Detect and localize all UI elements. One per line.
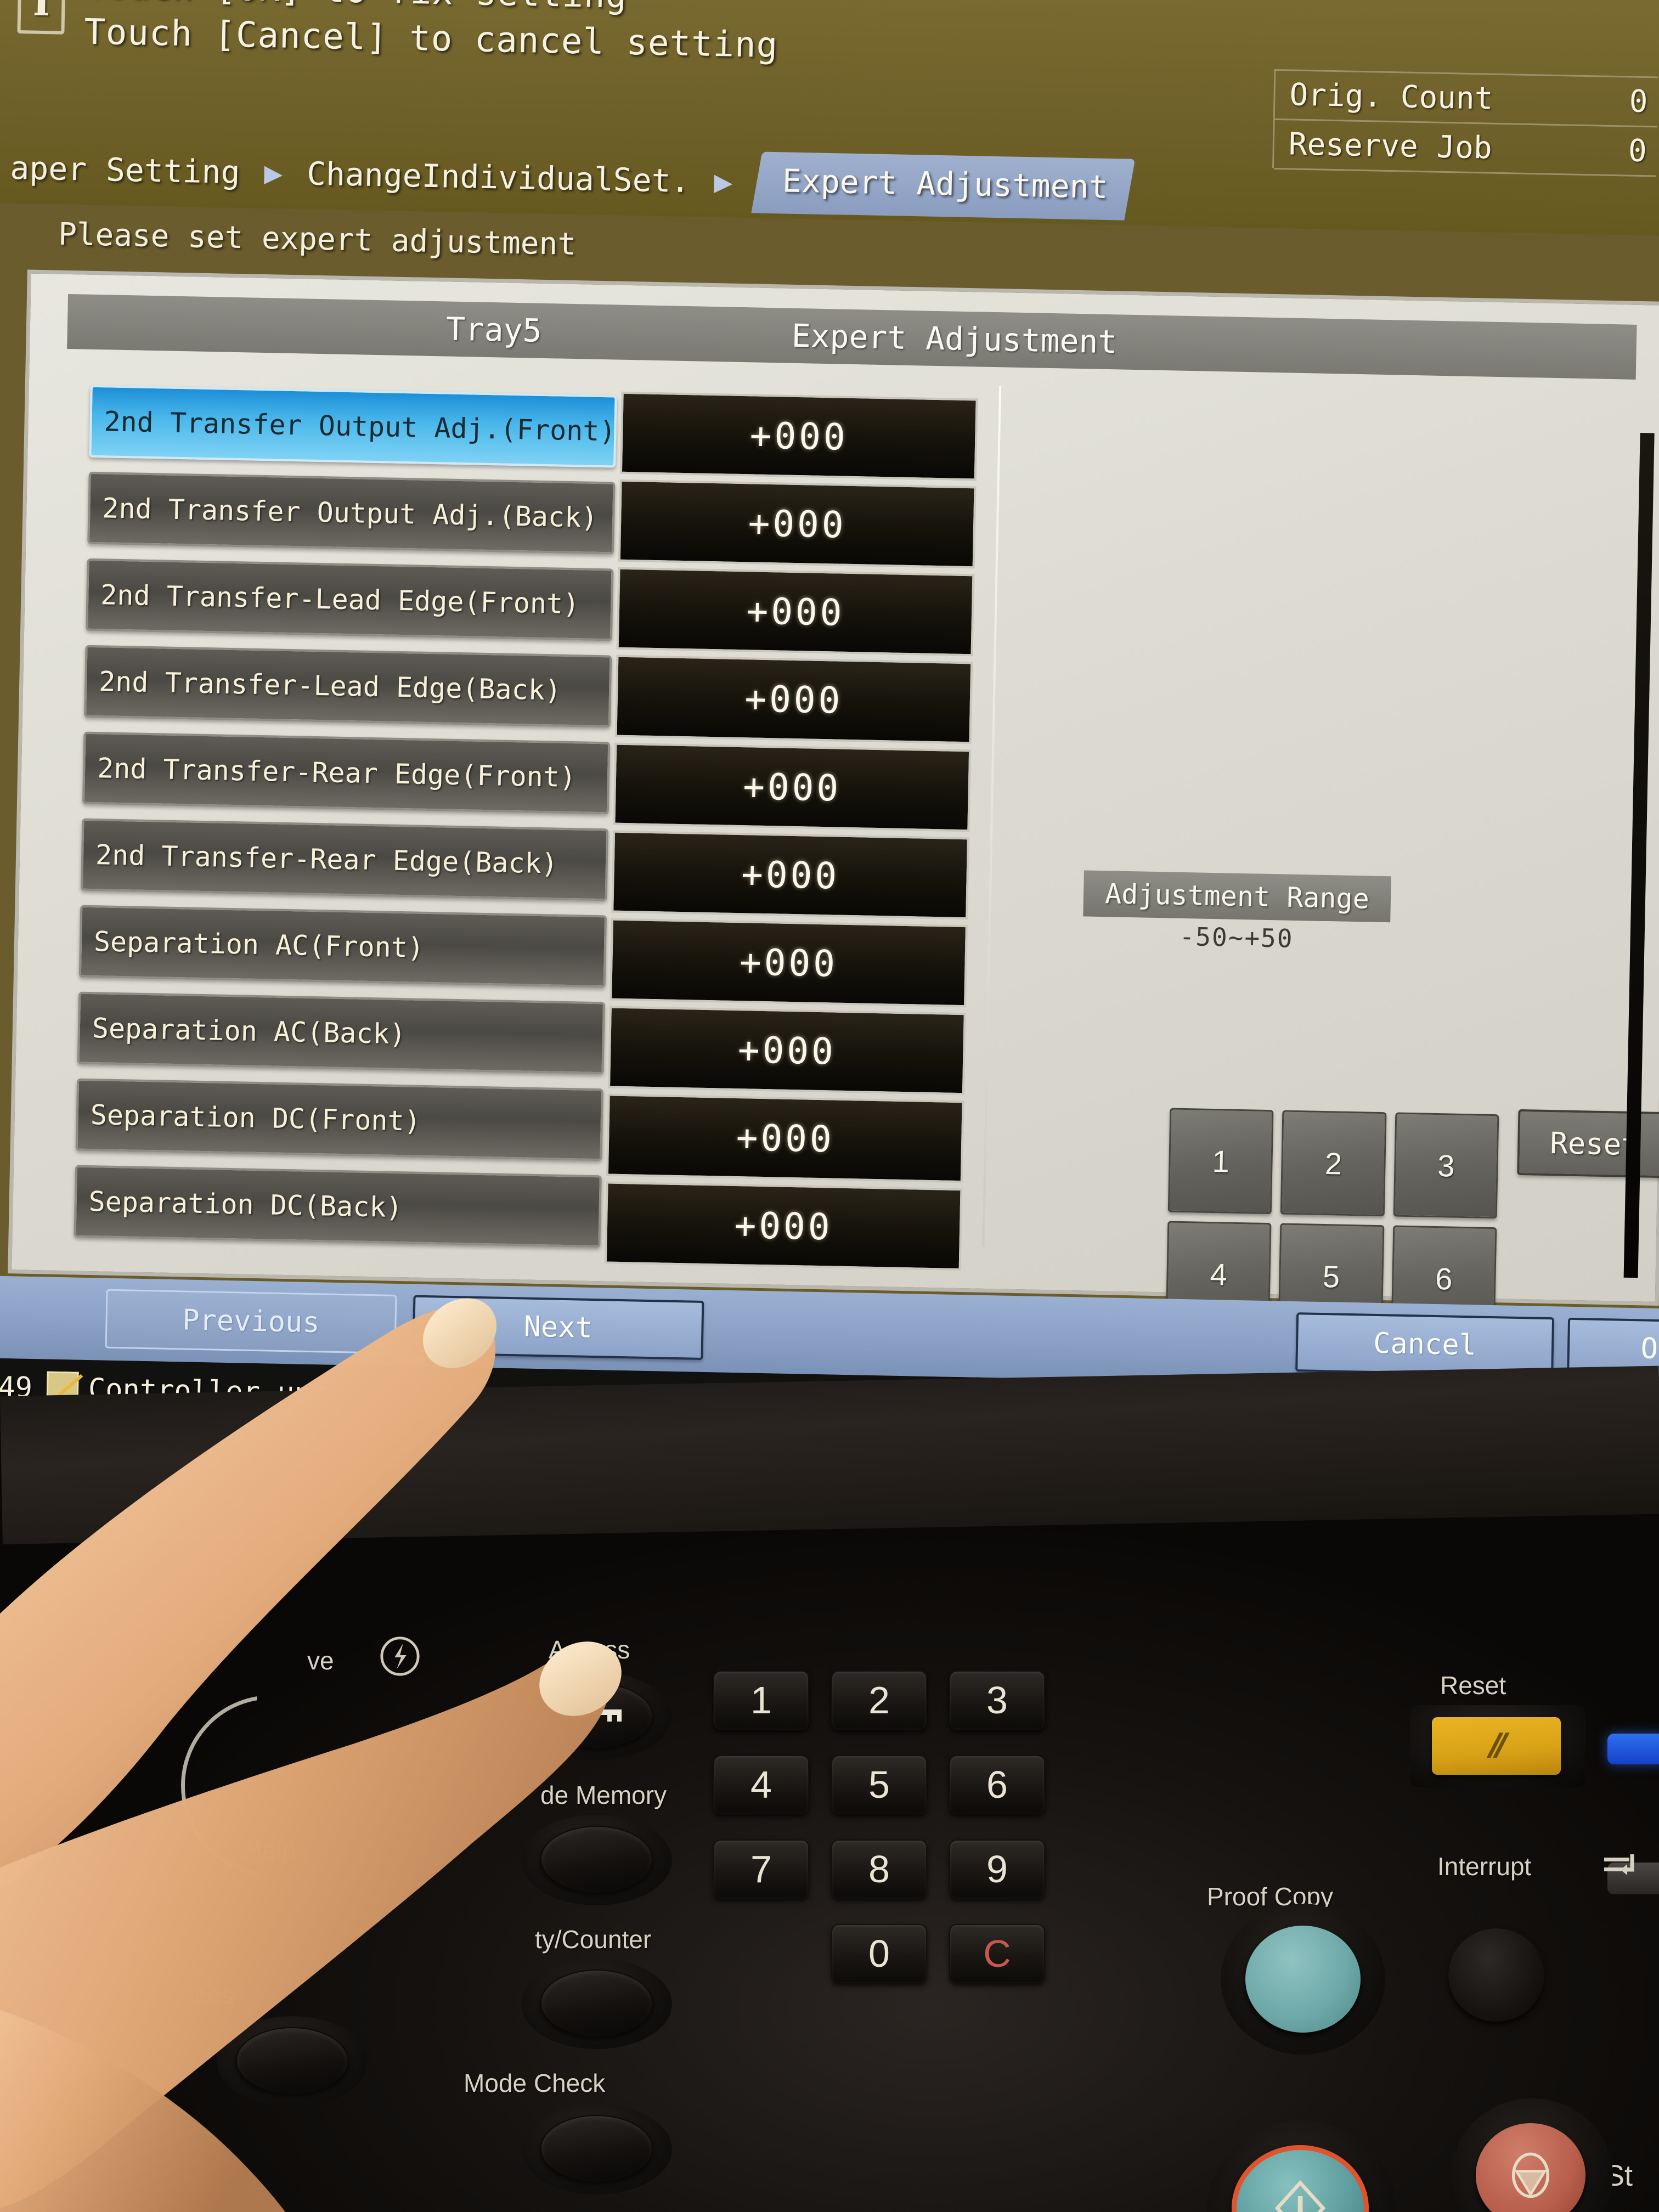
breadcrumb-arrow-1: ▶ bbox=[263, 155, 283, 191]
tray-label: Tray5 bbox=[445, 310, 543, 349]
hw-label-ve: ve bbox=[307, 1646, 334, 1675]
lcd-screen: i Touch [OK] to fix setting Touch [Cance… bbox=[0, 0, 1659, 1433]
panel-bezel bbox=[0, 1365, 1659, 1544]
hw-label-help: Help bbox=[244, 1836, 296, 1864]
reset-slash-icon: // bbox=[1484, 1727, 1509, 1765]
list-item-separation-ac-back[interactable]: Separation AC(Back) bbox=[77, 991, 606, 1075]
power-save-icon bbox=[380, 1637, 420, 1676]
hw-label-reset: Reset bbox=[1440, 1671, 1506, 1700]
breadcrumb-item-change-individual-set[interactable]: ChangeIndividualSet. bbox=[307, 155, 691, 200]
adjustment-range-value: -50~+50 bbox=[1179, 921, 1294, 953]
interrupt-button[interactable] bbox=[1448, 1928, 1544, 2022]
panel-title-bar: Tray5 Expert Adjustment bbox=[67, 294, 1637, 380]
list-item-2nd-transfer-rear-edge-back[interactable]: 2nd Transfer-Rear Edge(Back) bbox=[80, 818, 609, 901]
value-2nd-transfer-rear-edge-front: +000 bbox=[613, 742, 972, 832]
help-button[interactable] bbox=[236, 1881, 348, 1948]
hw-key-6[interactable]: 6 bbox=[949, 1755, 1045, 1814]
cancel-button[interactable]: Cancel bbox=[1295, 1312, 1555, 1377]
page-title: Expert Adjustment bbox=[791, 317, 1118, 361]
breadcrumb-arrow-2: ▶ bbox=[713, 163, 733, 200]
hw-key-1[interactable]: 1 bbox=[713, 1671, 809, 1730]
mode-memory-button[interactable] bbox=[540, 1826, 653, 1893]
hw-key-7[interactable]: 7 bbox=[713, 1839, 809, 1899]
value-separation-dc-front: +000 bbox=[606, 1093, 964, 1183]
keypad-key-1[interactable]: 1 bbox=[1167, 1108, 1274, 1215]
hw-key-4[interactable]: 4 bbox=[713, 1755, 809, 1814]
screenshot-root: i Touch [OK] to fix setting Touch [Cance… bbox=[0, 0, 1659, 2212]
list-item-separation-ac-front[interactable]: Separation AC(Front) bbox=[78, 905, 607, 988]
accessibility-button[interactable] bbox=[236, 2027, 348, 2094]
hw-key-3[interactable]: 3 bbox=[949, 1671, 1045, 1730]
stop-icon bbox=[1511, 2152, 1550, 2198]
hw-label-access: Access bbox=[549, 1635, 630, 1664]
list-item-2nd-transfer-rear-edge-front[interactable]: 2nd Transfer-Rear Edge(Front) bbox=[82, 731, 611, 815]
hw-key-2[interactable]: 2 bbox=[831, 1671, 927, 1730]
utility-counter-button[interactable] bbox=[540, 1970, 653, 2036]
adjustment-range-label: Adjustment Range bbox=[1083, 870, 1391, 923]
hw-key-8[interactable]: 8 bbox=[831, 1839, 927, 1899]
prompt-text: Please set expert adjustment bbox=[58, 216, 577, 263]
adjustment-item-list: 2nd Transfer Output Adj.(Front) 2nd Tran… bbox=[74, 382, 617, 1259]
keypad-key-2[interactable]: 2 bbox=[1280, 1110, 1387, 1217]
list-item-2nd-transfer-lead-edge-front[interactable]: 2nd Transfer-Lead Edge(Front) bbox=[86, 558, 614, 641]
proof-copy-button[interactable] bbox=[1245, 1926, 1361, 2033]
previous-button[interactable]: Previous bbox=[105, 1289, 397, 1355]
hw-label-mode-memory: de Memory bbox=[540, 1781, 667, 1809]
orig-count-value: 0 bbox=[1629, 83, 1649, 120]
orig-count-label: Orig. Count bbox=[1289, 77, 1494, 117]
hw-key-5[interactable]: 5 bbox=[831, 1755, 927, 1814]
value-2nd-transfer-lead-edge-front: +000 bbox=[616, 567, 975, 657]
status-led-blue bbox=[1607, 1734, 1659, 1764]
hw-key-clear[interactable]: C bbox=[949, 1924, 1045, 1983]
value-separation-ac-front: +000 bbox=[610, 918, 968, 1008]
info-message: Touch [OK] to fix setting Touch [Cancel]… bbox=[84, 0, 1293, 80]
value-2nd-transfer-output-adj-back: +000 bbox=[618, 479, 977, 569]
orig-count-row: Orig. Count 0 bbox=[1274, 70, 1658, 128]
value-2nd-transfer-rear-edge-back: +000 bbox=[611, 830, 970, 920]
interrupt-icon bbox=[1604, 1854, 1634, 1875]
hardware-keypad: 1 2 3 4 5 6 7 8 9 0 C bbox=[713, 1671, 1045, 2008]
expert-adjustment-panel: Tray5 Expert Adjustment 2nd Transfer Out… bbox=[8, 269, 1659, 1433]
key-icon bbox=[569, 1704, 622, 1722]
hw-key-9[interactable]: 9 bbox=[949, 1839, 1045, 1899]
next-button[interactable]: Next bbox=[412, 1295, 704, 1360]
value-2nd-transfer-output-adj-front: +000 bbox=[619, 391, 978, 481]
info-icon: i bbox=[17, 0, 66, 35]
list-item-separation-dc-back[interactable]: Separation DC(Back) bbox=[74, 1165, 602, 1248]
reset-hardware-button[interactable]: // bbox=[1432, 1717, 1561, 1775]
breadcrumb-active-label: Expert Adjustment bbox=[782, 162, 1109, 206]
list-item-2nd-transfer-output-adj-back[interactable]: 2nd Transfer Output Adj.(Back) bbox=[87, 471, 616, 555]
hw-label-accessibility: ces bbox=[195, 1981, 234, 2010]
hw-label-interrupt: Interrupt bbox=[1437, 1852, 1532, 1881]
hardware-control-panel: ve Access de Memory ty/Counter Mode Chec… bbox=[0, 1553, 1659, 2212]
value-separation-dc-back: +000 bbox=[604, 1181, 963, 1271]
list-item-separation-dc-front[interactable]: Separation DC(Front) bbox=[75, 1078, 603, 1161]
hw-key-0[interactable]: 0 bbox=[831, 1924, 927, 1983]
adjustment-value-list: +000 +000 +000 +000 +000 +000 +000 +000 … bbox=[604, 390, 978, 1274]
hw-label-mode-check: Mode Check bbox=[464, 2069, 606, 2097]
value-separation-ac-back: +000 bbox=[607, 1006, 966, 1096]
hw-label-utility-counter: ty/Counter bbox=[535, 1925, 652, 1954]
list-item-2nd-transfer-output-adj-front[interactable]: 2nd Transfer Output Adj.(Front) bbox=[89, 385, 617, 468]
list-item-2nd-transfer-lead-edge-back[interactable]: 2nd Transfer-Lead Edge(Back) bbox=[84, 645, 612, 728]
value-2nd-transfer-lead-edge-back: +000 bbox=[614, 654, 973, 744]
start-icon bbox=[1274, 2180, 1326, 2212]
breadcrumb-item-paper-setting[interactable]: aper Setting bbox=[10, 149, 240, 191]
mode-check-button[interactable] bbox=[540, 2115, 653, 2182]
keypad-key-3[interactable]: 3 bbox=[1393, 1112, 1499, 1219]
panel-divider bbox=[982, 386, 1002, 1247]
breadcrumb-item-expert-adjustment[interactable]: Expert Adjustment bbox=[751, 151, 1135, 221]
